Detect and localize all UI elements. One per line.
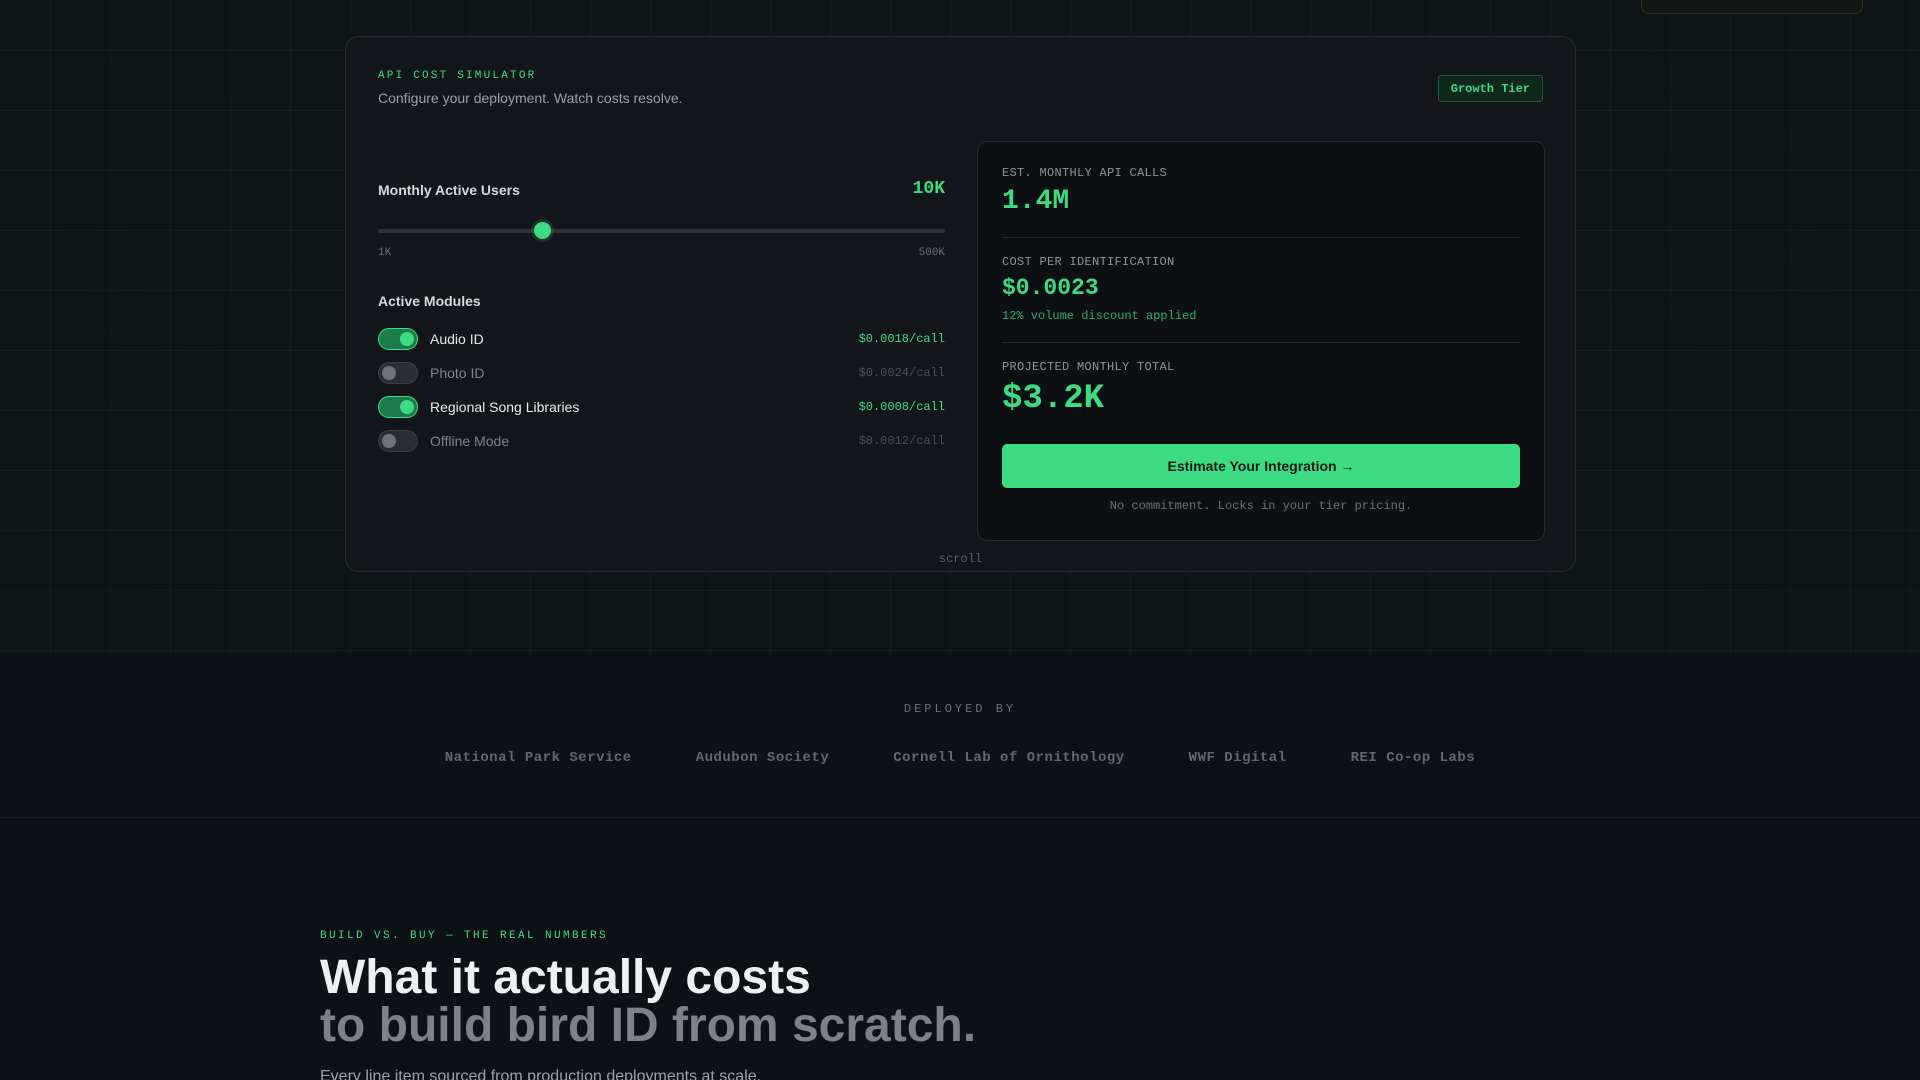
mau-slider-thumb[interactable] <box>534 222 552 239</box>
build-vs-buy-section: BUILD VS. BUY — THE REAL NUMBERS What it… <box>320 930 1600 1080</box>
stat-label: COST PER IDENTIFICATION <box>1002 255 1175 269</box>
module-row-photo-id: Photo ID $0.0024/call <box>378 361 945 385</box>
logo-strip: National Park Service Audubon Society Co… <box>0 750 1920 766</box>
module-price: $0.0024/call <box>858 366 945 380</box>
results-panel: EST. MONTHLY API CALLS 1.4M COST PER IDE… <box>977 141 1545 541</box>
divider <box>1002 342 1520 343</box>
stat-value: $0.0023 <box>1002 275 1099 301</box>
logo-national-park-service: National Park Service <box>444 750 632 766</box>
divider <box>1002 237 1520 238</box>
stat-monthly-total: PROJECTED MONTHLY TOTAL $3.2K <box>1002 360 1520 418</box>
logo-rei-coop-labs: REI Co-op Labs <box>1350 750 1476 766</box>
toggle-knob <box>382 434 396 448</box>
stat-label: PROJECTED MONTHLY TOTAL <box>1002 360 1175 374</box>
module-name: Audio ID <box>430 331 484 347</box>
build-vs-buy-eyebrow: BUILD VS. BUY — THE REAL NUMBERS <box>320 930 609 942</box>
module-row-regional-song-libraries: Regional Song Libraries $0.0008/call <box>378 395 945 419</box>
module-row-offline-mode: Offline Mode $0.0012/call <box>378 429 945 453</box>
toggle-knob <box>400 332 414 346</box>
mau-slider-min: 1K <box>378 247 392 259</box>
api-cost-simulator-card: API COST SIMULATOR Configure your deploy… <box>345 36 1576 572</box>
logo-cornell-lab: Cornell Lab of Ornithology <box>893 750 1125 766</box>
stat-cost-per-id: COST PER IDENTIFICATION $0.0023 12% volu… <box>1002 255 1520 323</box>
estimate-integration-button[interactable]: Estimate Your Integration → <box>1002 444 1520 488</box>
module-toggle[interactable] <box>378 328 418 350</box>
tier-badge: Growth Tier <box>1437 75 1543 102</box>
logo-wwf-digital: WWF Digital <box>1188 750 1287 766</box>
build-vs-buy-heading: What it actually costs to build bird ID … <box>320 954 1600 1050</box>
toggle-knob <box>400 400 414 414</box>
module-row-audio-id: Audio ID $0.0018/call <box>378 327 945 351</box>
deployed-by-label: DEPLOYED BY <box>903 702 1017 716</box>
mau-label: Monthly Active Users <box>378 182 520 198</box>
module-price: $0.0008/call <box>858 400 945 414</box>
stat-api-calls: EST. MONTHLY API CALLS 1.4M <box>1002 166 1520 217</box>
module-name: Regional Song Libraries <box>430 399 580 415</box>
module-toggle[interactable] <box>378 396 418 418</box>
module-name: Offline Mode <box>430 433 510 449</box>
simulator-eyebrow: API COST SIMULATOR <box>378 70 537 82</box>
stat-label: EST. MONTHLY API CALLS <box>1002 166 1168 180</box>
stat-value: 1.4M <box>1002 186 1070 217</box>
logo-audubon-society: Audubon Society <box>695 750 830 766</box>
module-price: $0.0012/call <box>858 434 945 448</box>
mau-value: 10K <box>912 179 945 199</box>
scroll-hint: scroll <box>938 552 983 566</box>
toggle-knob <box>382 366 396 380</box>
module-name: Photo ID <box>430 365 485 381</box>
discount-note: 12% volume discount applied <box>1002 309 1197 323</box>
modules-label: Active Modules <box>378 293 481 309</box>
heading-line-1: What it actually costs <box>320 951 811 1004</box>
mau-slider[interactable] <box>378 222 945 239</box>
simulator-subtitle: Configure your deployment. Watch costs r… <box>378 90 683 106</box>
header-ghost-element <box>1641 0 1863 14</box>
cta-note: No commitment. Locks in your tier pricin… <box>1109 499 1413 513</box>
build-vs-buy-body: Every line item sourced from production … <box>320 1068 762 1080</box>
deployed-by-section: DEPLOYED BY National Park Service Audubo… <box>0 654 1920 818</box>
module-toggle[interactable] <box>378 362 418 384</box>
module-toggle[interactable] <box>378 430 418 452</box>
mau-slider-max: 500K <box>918 247 945 259</box>
module-price: $0.0018/call <box>858 332 945 346</box>
stat-value: $3.2K <box>1002 380 1105 418</box>
heading-line-2: to build bird ID from scratch. <box>320 999 977 1052</box>
